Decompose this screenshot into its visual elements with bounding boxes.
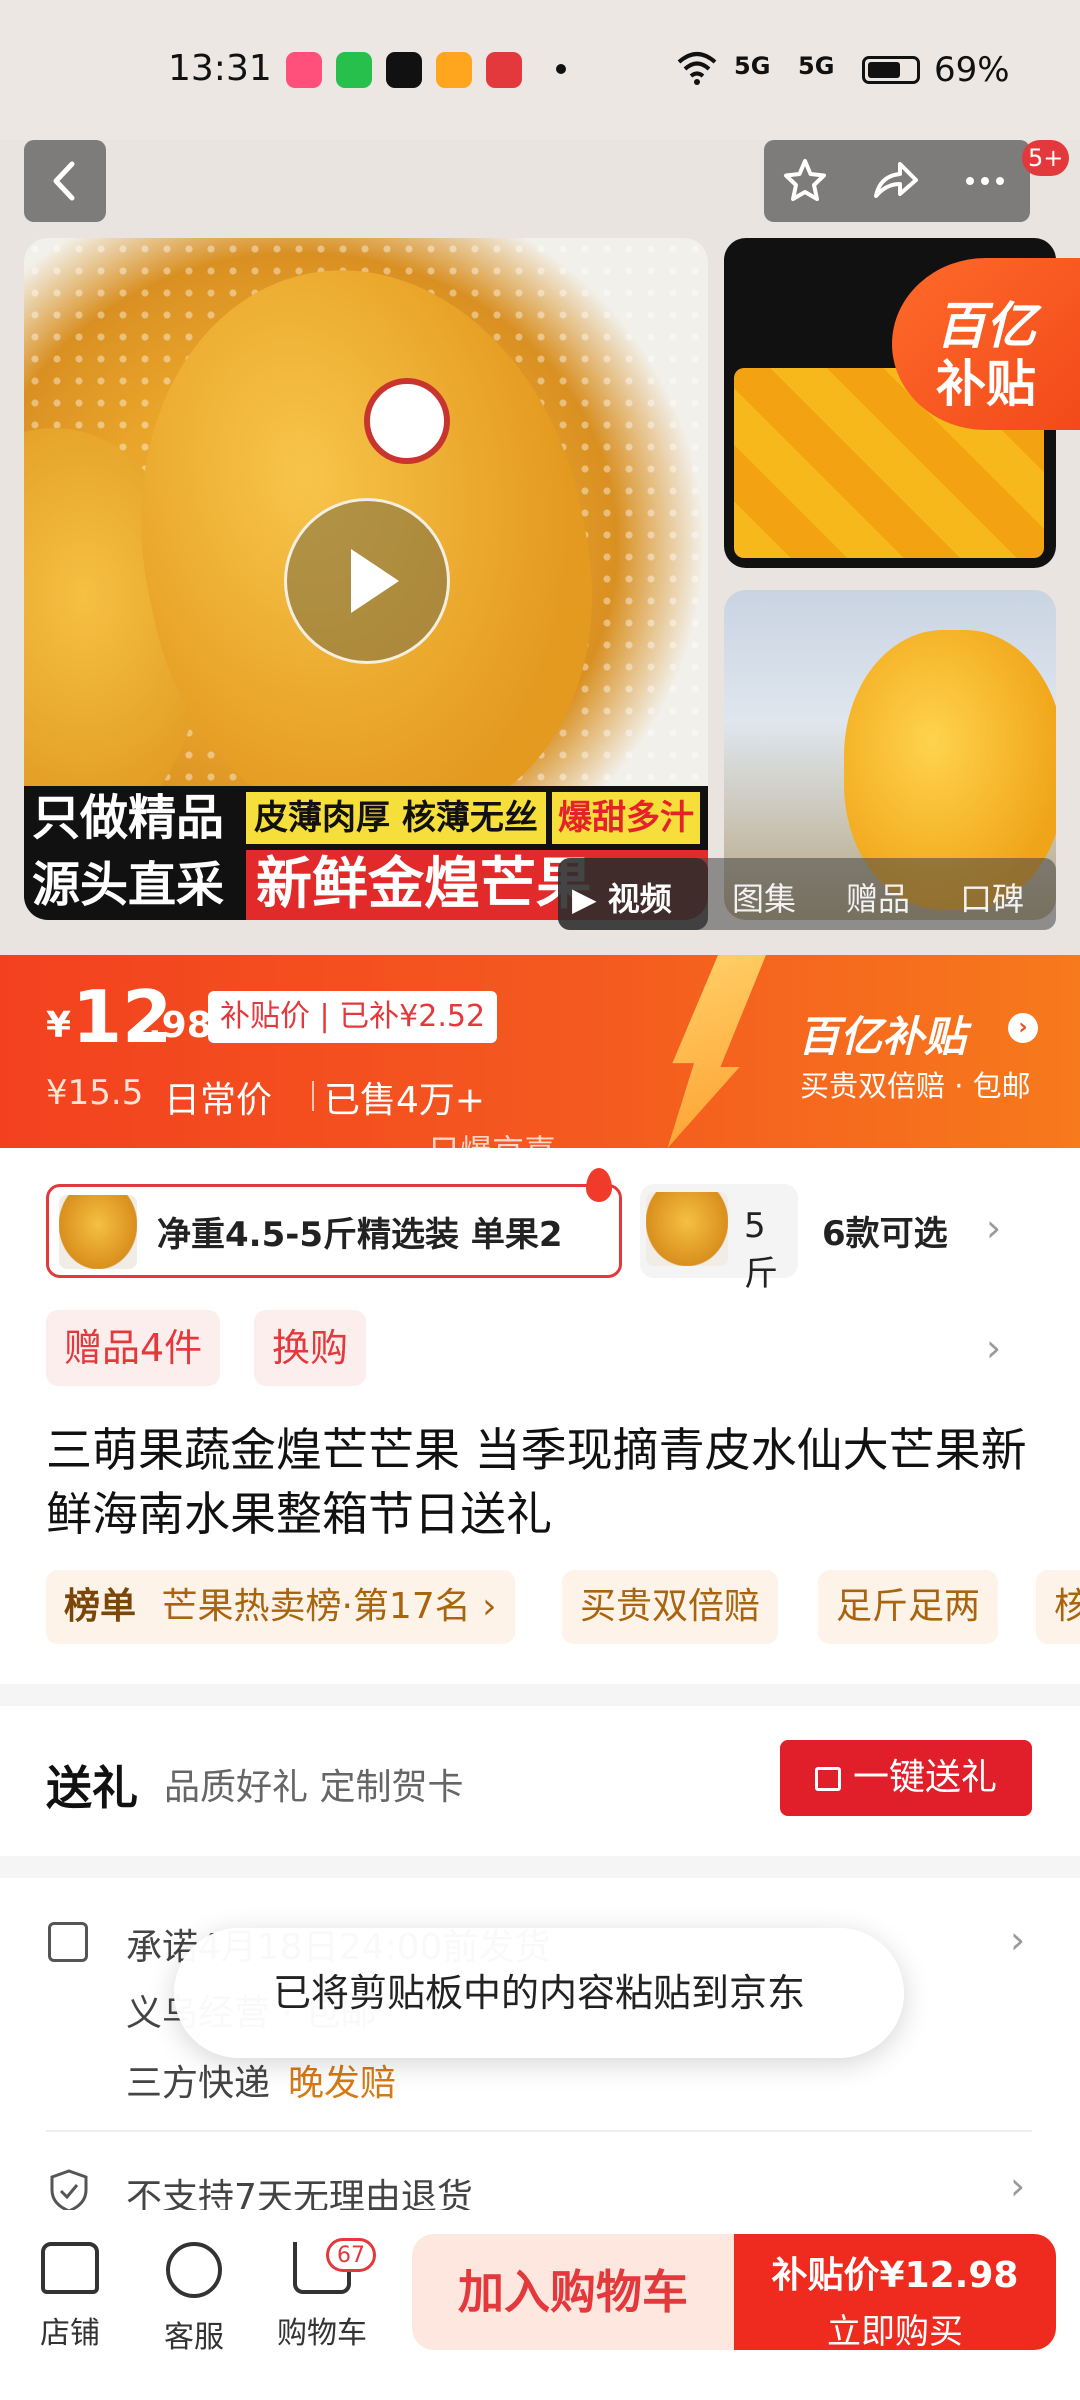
faded-promo-text: 只爆京喜 — [428, 1132, 557, 1170]
cart-count-badge: 67 — [326, 2238, 376, 2272]
main-product-video[interactable]: 只做精品 皮薄肉厚 核薄无丝 爆甜多汁 源头直采 新鲜金煌芒果 — [24, 238, 708, 920]
sold-count: 已售4万+ — [311, 1071, 485, 1123]
gift-icon — [814, 1767, 841, 1791]
price-banner: ¥ 12 .98 补贴价 | 已补¥2.52 ¥15.5 日常价 已售4万+ 百… — [0, 955, 1080, 1148]
chevron-left-icon — [53, 161, 75, 201]
guarantee-tag[interactable]: 买贵双倍赔 — [562, 1570, 779, 1644]
daily-price: ¥15.5 — [46, 1073, 144, 1113]
chat-face-icon — [166, 2242, 222, 2298]
add-to-cart-button[interactable]: 加入购物车 — [412, 2234, 734, 2350]
notification-app-icon — [336, 52, 372, 88]
divider — [46, 2130, 1032, 2132]
notification-app-icon — [386, 52, 422, 88]
more-variants-label: 6款可选 — [822, 1214, 948, 1254]
subsidy-price-tag: 补贴价 | 已补¥2.52 — [208, 991, 498, 1043]
variant-thumbnail — [59, 1195, 137, 1269]
shield-icon — [50, 2169, 88, 2213]
customer-service-button[interactable]: 客服 — [134, 2242, 254, 2356]
variant-option-selected[interactable]: 净重4.5-5斤精选装 单果2 — [46, 1184, 622, 1278]
back-button[interactable] — [24, 140, 106, 222]
status-time: 13:31 — [168, 48, 272, 89]
gift-items-tag[interactable]: 赠品4件 — [46, 1310, 221, 1386]
send-gift-button[interactable]: 一键送礼 — [780, 1740, 1032, 1816]
tag-partial[interactable]: 核 — [1036, 1570, 1080, 1644]
notification-app-icon — [486, 52, 522, 88]
delivery-truck-icon — [48, 1922, 88, 1962]
tab-video[interactable]: ▶ 视频 — [572, 874, 672, 920]
chevron-right-icon[interactable]: › — [986, 1206, 1001, 1250]
chevron-right-icon[interactable]: › — [1008, 1013, 1038, 1043]
ranking-tag[interactable]: 榜单 芒果热卖榜·第17名 › — [46, 1570, 515, 1644]
media-tabs: ▶ 视频 图集 赠品 口碑 — [558, 858, 1056, 930]
wifi-icon — [676, 50, 718, 86]
billion-subsidy-perks: 买贵双倍赔 · 包邮 — [800, 1069, 1031, 1103]
chevron-right-icon[interactable]: › — [986, 1326, 1001, 1370]
courier-info: 三方快递 晚发赔 — [126, 2063, 397, 2104]
bottom-action-bar: 店铺 客服 购物车 67 加入购物车 补贴价¥12.98 立即购买 — [0, 2210, 1080, 2400]
buy-now-button[interactable]: 补贴价¥12.98 立即购买 — [734, 2234, 1056, 2352]
section-divider — [0, 1856, 1080, 1878]
battery-icon — [862, 56, 920, 84]
ranking-value: 芒果热卖榜·第17名 › — [161, 1586, 497, 1627]
store-icon — [41, 2242, 99, 2294]
more-variants-link[interactable]: 6款可选 — [822, 1206, 948, 1255]
star-icon[interactable] — [778, 154, 832, 208]
fruit-sticker — [364, 378, 450, 464]
more-icon[interactable] — [958, 154, 1012, 208]
ranking-label: 榜单 — [64, 1586, 137, 1627]
billion-subsidy-badge: 百亿 补贴 — [892, 258, 1080, 430]
lightning-decoration — [667, 955, 766, 1148]
share-icon[interactable] — [868, 154, 922, 208]
variant-thumbnail — [646, 1192, 728, 1266]
gift-section-subtitle: 品质好礼 定制贺卡 — [164, 1767, 464, 1808]
clipboard-toast: 已将剪贴板中的内容粘贴到京东 — [174, 1928, 904, 2058]
tab-gifts[interactable]: 赠品 — [846, 874, 910, 920]
weight-guarantee-tag[interactable]: 足斤足两 — [818, 1570, 999, 1644]
variant-label: 净重4.5-5斤精选装 单果2 — [157, 1215, 563, 1255]
product-title: 三萌果蔬金煌芒芒果 当季现摘青皮水仙大芒果新鲜海南水果整箱节日送礼 — [46, 1423, 1027, 1541]
signal-icon: 5G — [734, 52, 771, 80]
tab-reviews[interactable]: 口碑 — [960, 874, 1024, 920]
variant-label: 5斤 — [744, 1206, 778, 1294]
message-badge: 5+ — [1022, 140, 1070, 176]
currency-symbol: ¥ — [46, 1005, 72, 1046]
notification-app-icon — [286, 52, 322, 88]
chevron-right-icon[interactable]: › — [1010, 2164, 1025, 2208]
notification-app-icon — [436, 52, 472, 88]
hot-flame-icon — [586, 1168, 612, 1202]
billion-subsidy-logo[interactable]: 百亿补贴 — [798, 1003, 966, 1064]
signal-icon: 5G — [798, 52, 835, 80]
gift-section-title: 送礼 — [46, 1761, 138, 1815]
daily-price-label: 日常价 — [164, 1080, 273, 1121]
exchange-tag[interactable]: 换购 — [254, 1310, 367, 1386]
section-divider — [0, 1684, 1080, 1706]
more-notifications-dot — [556, 64, 566, 74]
store-button[interactable]: 店铺 — [10, 2242, 130, 2352]
variant-option[interactable]: 5斤 — [640, 1184, 798, 1294]
chevron-right-icon[interactable]: › — [1010, 1918, 1025, 1962]
price-decimal: .98 — [148, 1005, 212, 1046]
battery-percent: 69% — [934, 50, 1010, 90]
tab-gallery[interactable]: 图集 — [732, 874, 796, 920]
banner-line-1: 只做精品 皮薄肉厚 核薄无丝 爆甜多汁 — [24, 786, 708, 850]
top-action-group — [764, 140, 1030, 222]
play-icon[interactable] — [284, 498, 450, 664]
